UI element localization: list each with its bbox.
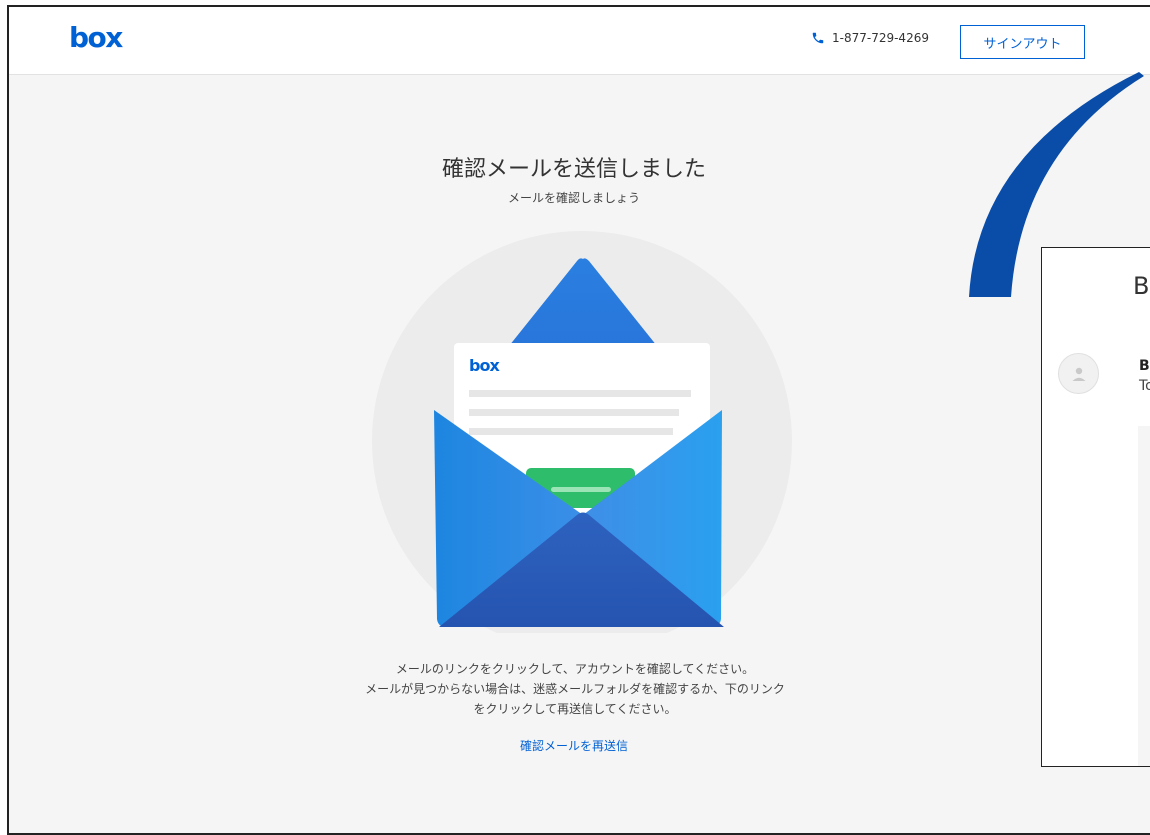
envelope-illustration: box — [372, 231, 792, 633]
signout-button[interactable]: サインアウト — [960, 25, 1085, 59]
instructions-text: メールのリンクをクリックして、アカウントを確認してください。 メールが見つからな… — [325, 659, 825, 719]
instruction-line: をクリックして再送信してください。 — [473, 702, 677, 716]
phone-icon — [812, 32, 824, 44]
avatar — [1058, 353, 1099, 394]
email-sender: B — [1139, 358, 1150, 374]
resend-email-link[interactable]: 確認メールを再送信 — [9, 737, 1139, 754]
instruction-line: メールのリンクをクリックして、アカウントを確認してください。 — [395, 662, 755, 676]
support-phone[interactable]: 1-877-729-4269 — [811, 31, 929, 45]
letter-logo: box — [469, 356, 500, 375]
email-preview-title: B — [1133, 272, 1150, 300]
browser-frame: box 1-877-729-4269 サインアウト 確認メールを送信しました メ… — [7, 5, 1150, 835]
box-logo[interactable]: box — [69, 21, 123, 54]
instruction-line: メールが見つからない場合は、迷惑メールフォルダを確認するか、下のリンク — [365, 682, 785, 696]
email-preview-body — [1138, 426, 1150, 766]
phone-number: 1-877-729-4269 — [832, 31, 929, 45]
email-recipient: To — [1139, 378, 1150, 394]
person-icon — [1072, 367, 1085, 381]
email-preview-panel: B B To — [1041, 247, 1150, 767]
